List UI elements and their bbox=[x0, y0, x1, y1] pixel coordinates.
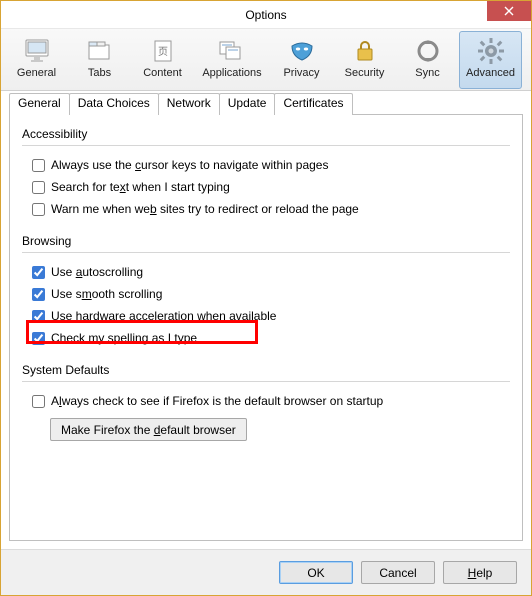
group-browsing: Browsing Use autoscrolling Use smooth sc… bbox=[22, 234, 510, 349]
option-label: Check my spelling as I type bbox=[51, 329, 197, 347]
option-label: Search for text when I start typing bbox=[51, 178, 230, 196]
category-advanced[interactable]: Advanced bbox=[459, 31, 522, 89]
close-icon bbox=[504, 6, 514, 16]
checkbox[interactable] bbox=[32, 395, 45, 408]
option-search-text[interactable]: Search for text when I start typing bbox=[22, 176, 510, 198]
group-title: Accessibility bbox=[22, 127, 510, 141]
mask-icon bbox=[287, 36, 317, 66]
group-title: System Defaults bbox=[22, 363, 510, 377]
option-spell-check[interactable]: Check my spelling as I type bbox=[22, 327, 510, 349]
dialog-footer: OK Cancel Help bbox=[1, 549, 531, 595]
document-icon: 页 bbox=[148, 36, 178, 66]
subtab-general[interactable]: General bbox=[9, 93, 70, 115]
svg-text:页: 页 bbox=[158, 46, 168, 58]
category-label: Tabs bbox=[88, 68, 111, 79]
checkbox[interactable] bbox=[32, 332, 45, 345]
ok-button[interactable]: OK bbox=[279, 561, 353, 584]
monitor-icon bbox=[22, 36, 52, 66]
option-smooth-scrolling[interactable]: Use smooth scrolling bbox=[22, 283, 510, 305]
option-default-browser-check[interactable]: Always check to see if Firefox is the de… bbox=[22, 390, 510, 412]
make-default-button[interactable]: Make Firefox the default browser bbox=[50, 418, 247, 441]
group-title: Browsing bbox=[22, 234, 510, 248]
option-label: Warn me when web sites try to redirect o… bbox=[51, 200, 359, 218]
content-area: General Data Choices Network Update Cert… bbox=[9, 93, 523, 541]
category-label: Applications bbox=[202, 68, 261, 79]
titlebar: Options bbox=[1, 1, 531, 29]
divider bbox=[22, 145, 510, 146]
category-label: Content bbox=[143, 68, 182, 79]
gear-icon bbox=[476, 36, 506, 66]
category-toolbar: General Tabs 页 Content Applications Priv… bbox=[1, 29, 531, 91]
option-autoscrolling[interactable]: Use autoscrolling bbox=[22, 261, 510, 283]
category-label: Sync bbox=[415, 68, 439, 79]
category-general[interactable]: General bbox=[5, 31, 68, 89]
subtab-data-choices[interactable]: Data Choices bbox=[69, 93, 159, 115]
group-accessibility: Accessibility Always use the cursor keys… bbox=[22, 127, 510, 220]
category-privacy[interactable]: Privacy bbox=[270, 31, 333, 89]
lock-icon bbox=[350, 36, 380, 66]
option-label: Use smooth scrolling bbox=[51, 285, 162, 303]
category-content[interactable]: 页 Content bbox=[131, 31, 194, 89]
divider bbox=[22, 381, 510, 382]
category-security[interactable]: Security bbox=[333, 31, 396, 89]
category-applications[interactable]: Applications bbox=[194, 31, 270, 89]
checkbox[interactable] bbox=[32, 181, 45, 194]
checkbox[interactable] bbox=[32, 203, 45, 216]
subtab-certificates[interactable]: Certificates bbox=[274, 93, 352, 115]
category-label: General bbox=[17, 68, 56, 79]
option-label: Use hardware acceleration when available bbox=[51, 307, 276, 325]
category-tabs[interactable]: Tabs bbox=[68, 31, 131, 89]
option-cursor-keys[interactable]: Always use the cursor keys to navigate w… bbox=[22, 154, 510, 176]
checkbox[interactable] bbox=[32, 266, 45, 279]
category-label: Security bbox=[345, 68, 385, 79]
subtab-strip: General Data Choices Network Update Cert… bbox=[9, 93, 523, 115]
cancel-button[interactable]: Cancel bbox=[361, 561, 435, 584]
subtab-network[interactable]: Network bbox=[158, 93, 220, 115]
checkbox[interactable] bbox=[32, 159, 45, 172]
option-label: Always check to see if Firefox is the de… bbox=[51, 392, 383, 410]
window-title: Options bbox=[245, 8, 286, 22]
option-warn-redirect[interactable]: Warn me when web sites try to redirect o… bbox=[22, 198, 510, 220]
help-button[interactable]: Help bbox=[443, 561, 517, 584]
category-label: Advanced bbox=[466, 68, 515, 79]
divider bbox=[22, 252, 510, 253]
checkbox[interactable] bbox=[32, 310, 45, 323]
category-sync[interactable]: Sync bbox=[396, 31, 459, 89]
subtab-update[interactable]: Update bbox=[219, 93, 276, 115]
option-label: Use autoscrolling bbox=[51, 263, 143, 281]
category-label: Privacy bbox=[283, 68, 319, 79]
close-button[interactable] bbox=[487, 1, 531, 21]
checkbox[interactable] bbox=[32, 288, 45, 301]
sync-icon bbox=[413, 36, 443, 66]
applications-icon bbox=[217, 36, 247, 66]
tabs-icon bbox=[85, 36, 115, 66]
option-label: Always use the cursor keys to navigate w… bbox=[51, 156, 328, 174]
option-hw-accel[interactable]: Use hardware acceleration when available bbox=[22, 305, 510, 327]
tab-panel: Accessibility Always use the cursor keys… bbox=[9, 114, 523, 541]
group-system-defaults: System Defaults Always check to see if F… bbox=[22, 363, 510, 441]
